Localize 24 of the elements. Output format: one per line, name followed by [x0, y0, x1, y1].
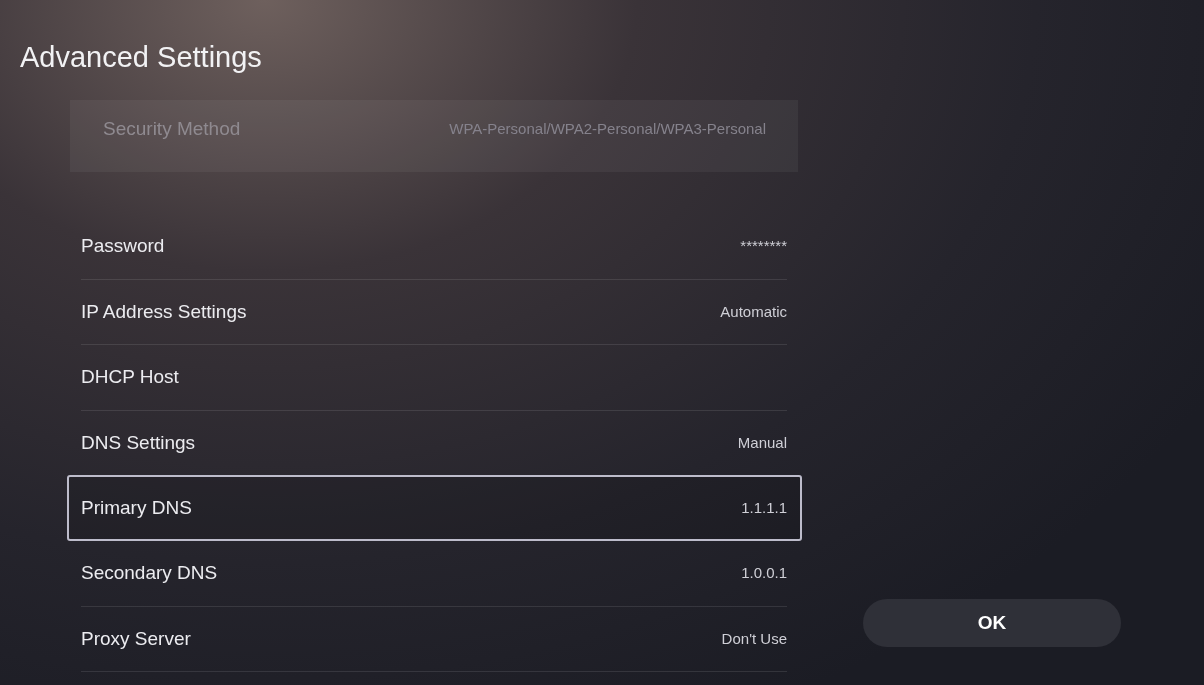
setting-label: Primary DNS [81, 496, 192, 520]
setting-value: 1.0.0.1 [741, 563, 787, 584]
setting-value: Manual [737, 432, 787, 453]
ok-button[interactable]: OK [863, 599, 1121, 647]
setting-row[interactable]: Password ******** [81, 214, 787, 280]
setting-row[interactable]: Primary DNS 1.1.1.1 [67, 475, 802, 541]
setting-row[interactable]: Secondary DNS 1.0.0.1 [81, 541, 787, 607]
setting-label: DNS Settings [81, 430, 196, 455]
setting-label: Security Method [103, 117, 241, 141]
setting-row[interactable]: IP Address Settings Automatic [81, 279, 787, 345]
setting-value: 1.1.1.1 [741, 498, 787, 518]
setting-label: DHCP Host [81, 365, 179, 390]
setting-label: Proxy Server [81, 626, 191, 651]
setting-label: Secondary DNS [81, 561, 218, 586]
setting-label: IP Address Settings [81, 299, 247, 324]
setting-row[interactable]: Proxy Server Don't Use [81, 606, 787, 672]
screen-title: Advanced Settings [20, 40, 262, 75]
setting-value: Don't Use [721, 628, 787, 649]
setting-value: Automatic [720, 301, 787, 322]
setting-row[interactable]: DHCP Host [81, 345, 787, 411]
setting-label: Password [81, 234, 165, 259]
setting-value: ******** [740, 236, 787, 257]
setting-value: WPA-Personal/WPA2-Personal/WPA3-Personal [449, 119, 766, 139]
setting-row[interactable]: DNS Settings Manual [81, 410, 787, 476]
